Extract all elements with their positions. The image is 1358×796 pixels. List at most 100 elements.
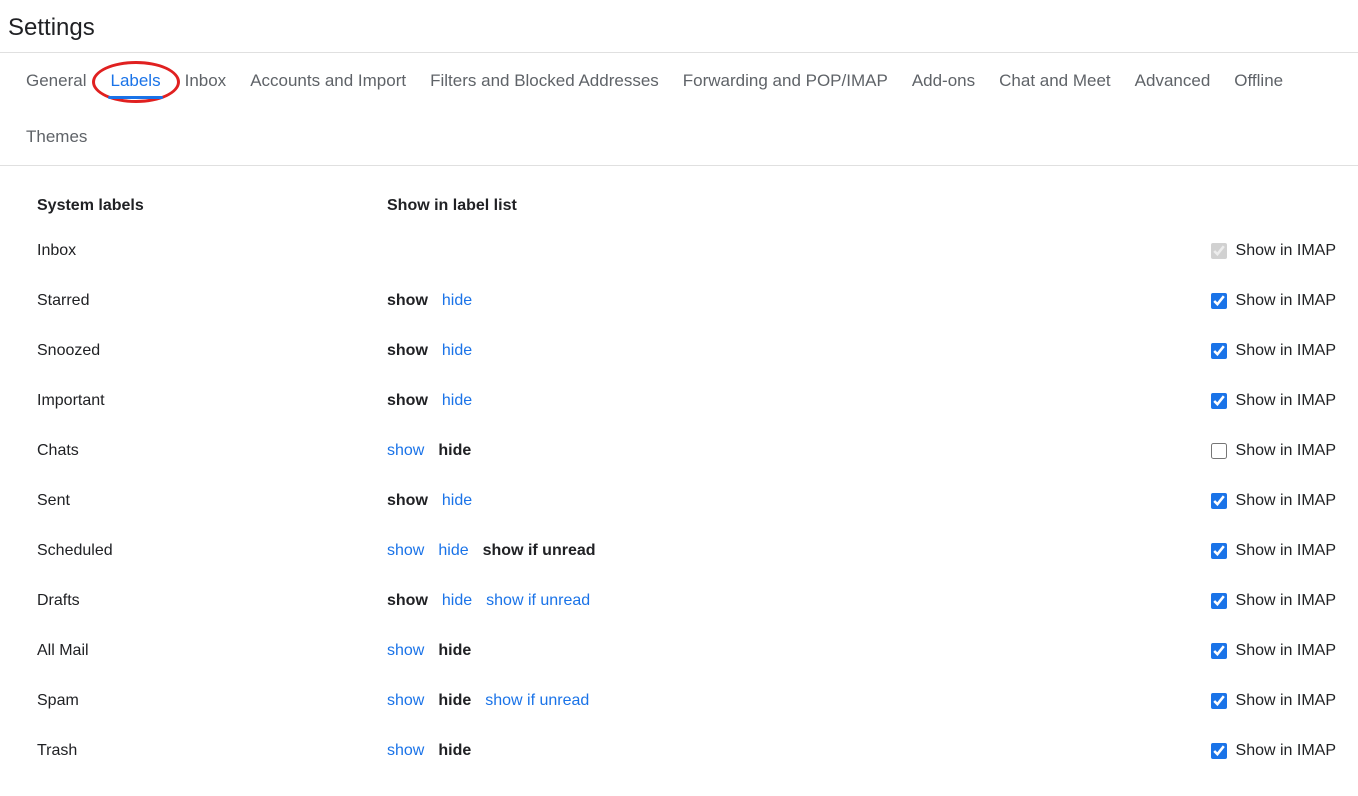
annotation-circle (92, 61, 180, 103)
option-show[interactable]: show (387, 442, 424, 460)
label-visibility-options: show hide (387, 292, 1170, 310)
option-hide[interactable]: hide (442, 592, 472, 610)
show-in-imap-label: Show in IMAP (1236, 692, 1336, 710)
label-row: All Mailshow hide Show in IMAP (32, 626, 1340, 676)
label-visibility-options: show hide (387, 642, 1170, 660)
tab-inbox[interactable]: Inbox (173, 53, 239, 109)
show-in-imap-checkbox[interactable] (1211, 693, 1227, 709)
tab-labels[interactable]: Labels (98, 53, 172, 109)
option-show[interactable]: show (387, 692, 424, 710)
show-in-imap-cell: Show in IMAP (1170, 490, 1340, 512)
label-name: Starred (32, 292, 387, 310)
label-row: Spamshowhideshow if unreadShow in IMAP (32, 676, 1340, 726)
show-in-imap-label: Show in IMAP (1236, 492, 1336, 510)
tab-add-ons[interactable]: Add-ons (900, 53, 987, 109)
show-in-imap-checkbox (1211, 243, 1227, 259)
option-show[interactable]: show (387, 342, 428, 360)
show-in-imap-cell: Show in IMAP (1170, 240, 1340, 262)
option-hide[interactable]: hide (438, 642, 471, 660)
tab-filters-and-blocked-addresses[interactable]: Filters and Blocked Addresses (418, 53, 671, 109)
label-row: SentshowhideShow in IMAP (32, 476, 1340, 526)
show-in-imap-label: Show in IMAP (1236, 642, 1336, 660)
label-row: Starredshow hide Show in IMAP (32, 276, 1340, 326)
label-visibility-options: show hide show if unread (387, 592, 1170, 610)
option-hide[interactable]: hide (442, 292, 472, 310)
label-visibility-options: show hide (387, 342, 1170, 360)
header-system-labels: System labels (32, 197, 387, 215)
show-in-imap-label: Show in IMAP (1236, 242, 1336, 260)
label-name: Drafts (32, 592, 387, 610)
option-hide[interactable]: hide (438, 442, 471, 460)
option-show-if-unread[interactable]: show if unread (483, 542, 596, 560)
show-in-imap-checkbox[interactable] (1211, 393, 1227, 409)
show-in-imap-checkbox[interactable] (1211, 743, 1227, 759)
option-show[interactable]: show (387, 592, 428, 610)
tab-advanced[interactable]: Advanced (1123, 53, 1223, 109)
show-in-imap-label: Show in IMAP (1236, 392, 1336, 410)
option-hide[interactable]: hide (438, 742, 471, 760)
show-in-imap-cell: Show in IMAP (1170, 390, 1340, 412)
tab-forwarding-and-pop-imap[interactable]: Forwarding and POP/IMAP (671, 53, 900, 109)
label-visibility-options: show hide show if unread (387, 692, 1170, 710)
tab-chat-and-meet[interactable]: Chat and Meet (987, 53, 1123, 109)
label-visibility-options: show hide (387, 392, 1170, 410)
option-show-if-unread[interactable]: show if unread (486, 592, 590, 610)
label-name: Chats (32, 442, 387, 460)
show-in-imap-label: Show in IMAP (1236, 742, 1336, 760)
show-in-imap-label: Show in IMAP (1236, 292, 1336, 310)
show-in-imap-checkbox[interactable] (1211, 493, 1227, 509)
option-show[interactable]: show (387, 392, 428, 410)
tab-themes[interactable]: Themes (14, 109, 99, 165)
settings-tabbar: GeneralLabelsInboxAccounts and ImportFil… (0, 52, 1358, 166)
show-in-imap-checkbox[interactable] (1211, 343, 1227, 359)
option-show[interactable]: show (387, 492, 428, 510)
label-row: Snoozedshow hide Show in IMAP (32, 326, 1340, 376)
labels-header-row: System labels Show in label list (32, 186, 1340, 226)
option-hide[interactable]: hide (442, 342, 472, 360)
show-in-imap-cell: Show in IMAP (1170, 290, 1340, 312)
show-in-imap-cell: Show in IMAP (1170, 540, 1340, 562)
show-in-imap-cell: Show in IMAP (1170, 340, 1340, 362)
show-in-imap-label: Show in IMAP (1236, 592, 1336, 610)
label-name: Snoozed (32, 342, 387, 360)
label-visibility-options: show hide (387, 742, 1170, 760)
option-show[interactable]: show (387, 742, 424, 760)
label-name: Trash (32, 742, 387, 760)
show-in-imap-checkbox[interactable] (1211, 593, 1227, 609)
show-in-imap-cell: Show in IMAP (1170, 740, 1340, 762)
tab-offline[interactable]: Offline (1222, 53, 1295, 109)
label-visibility-options: show hide (387, 492, 1170, 510)
option-show[interactable]: show (387, 542, 424, 560)
option-hide[interactable]: hide (438, 542, 468, 560)
show-in-imap-cell: Show in IMAP (1170, 690, 1340, 712)
option-hide[interactable]: hide (442, 492, 472, 510)
tab-general[interactable]: General (14, 53, 98, 109)
show-in-imap-checkbox[interactable] (1211, 443, 1227, 459)
show-in-imap-label: Show in IMAP (1236, 542, 1336, 560)
option-hide[interactable]: hide (438, 692, 471, 710)
label-row: Scheduledshow hide show if unread Show in I… (32, 526, 1340, 576)
option-hide[interactable]: hide (442, 392, 472, 410)
show-in-imap-cell: Show in IMAP (1170, 640, 1340, 662)
show-in-imap-label: Show in IMAP (1236, 342, 1336, 360)
label-row: Trashshow hide Show in IMAP (32, 726, 1340, 776)
tab-accounts-and-import[interactable]: Accounts and Import (238, 53, 418, 109)
label-name: All Mail (32, 642, 387, 660)
label-row: Chatsshow hide Show in IMAP (32, 426, 1340, 476)
option-show-if-unread[interactable]: show if unread (485, 692, 589, 710)
option-show[interactable]: show (387, 292, 428, 310)
label-visibility-options: show hide show if unread (387, 542, 1170, 560)
show-in-imap-cell: Show in IMAP (1170, 440, 1340, 462)
option-show[interactable]: show (387, 642, 424, 660)
label-row: Importantshow hide Show in IMAP (32, 376, 1340, 426)
label-name: Inbox (32, 242, 387, 260)
label-row: Draftsshow hide show if unread Show in IMAP (32, 576, 1340, 626)
label-name: Scheduled (32, 542, 387, 560)
label-name: Important (32, 392, 387, 410)
label-visibility-options: show hide (387, 442, 1170, 460)
show-in-imap-cell: Show in IMAP (1170, 590, 1340, 612)
show-in-imap-checkbox[interactable] (1211, 543, 1227, 559)
page-title: Settings (0, 0, 1358, 52)
show-in-imap-checkbox[interactable] (1211, 293, 1227, 309)
show-in-imap-checkbox[interactable] (1211, 643, 1227, 659)
